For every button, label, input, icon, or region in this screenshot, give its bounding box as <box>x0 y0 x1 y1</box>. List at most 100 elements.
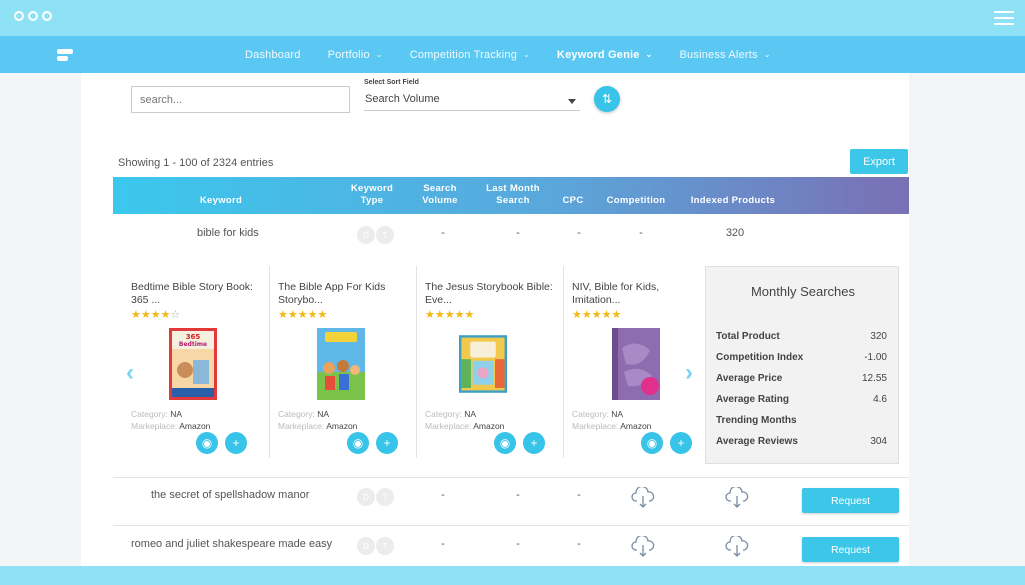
panel-title: Monthly Searches <box>750 284 856 299</box>
eye-icon: ◉ <box>201 436 213 450</box>
eye-icon: ◉ <box>499 436 511 450</box>
add-product-button[interactable]: + <box>376 432 398 454</box>
nav-item-competition-tracking[interactable]: Competition Tracking ⌄ <box>410 49 530 61</box>
last-month-cell: - <box>516 538 520 550</box>
keyword-type-badges: D T <box>357 488 394 506</box>
plus-icon: + <box>677 436 685 450</box>
stat-label: Average Reviews <box>716 436 798 447</box>
stat-label: Total Product <box>716 331 780 342</box>
top-navbar: Dashboard Portfolio ⌄ Competition Trackin… <box>0 36 1025 73</box>
keyword-cell[interactable]: bible for kids <box>197 227 259 239</box>
stat-label: Trending Months <box>716 415 797 426</box>
star-rating: ★★★★☆ <box>131 309 181 321</box>
add-product-button[interactable]: + <box>523 432 545 454</box>
carousel-prev-icon[interactable]: ‹ <box>126 359 134 387</box>
product-title[interactable]: The Jesus Storybook Bible: Eve... <box>425 281 555 307</box>
window-dot-icon[interactable] <box>42 11 52 21</box>
product-marketplace: Markeplace: Amazon <box>425 421 505 431</box>
search-volume-cell: - <box>441 489 445 501</box>
column-header-last-month-search[interactable]: Last Month Search <box>477 183 549 207</box>
product-title[interactable]: Bedtime Bible Story Book: 365 ... <box>131 281 261 307</box>
product-marketplace: Markeplace: Amazon <box>278 421 358 431</box>
stat-label: Average Rating <box>716 394 789 405</box>
row-divider <box>113 525 909 526</box>
hamburger-menu-icon[interactable] <box>994 11 1014 25</box>
window-bottom-bar <box>0 566 1025 585</box>
cloud-download-icon[interactable] <box>725 536 749 558</box>
cloud-download-icon[interactable] <box>725 487 749 509</box>
table-header: Keyword Keyword Type Search Volume Last … <box>113 177 909 214</box>
product-category: Category: NA <box>572 409 624 419</box>
add-product-button[interactable]: + <box>670 432 692 454</box>
svg-text:Bedtime: Bedtime <box>179 341 207 348</box>
view-product-button[interactable]: ◉ <box>196 432 218 454</box>
chevron-down-icon: ⌄ <box>763 50 771 59</box>
type-badge-d: D <box>357 537 375 555</box>
keyword-cell[interactable]: the secret of spellshadow manor <box>151 489 309 501</box>
stat-label: Average Price <box>716 373 783 384</box>
sort-order-button[interactable]: ⇅ <box>594 86 620 112</box>
nav-item-portfolio[interactable]: Portfolio ⌄ <box>328 49 383 61</box>
nav-menu: Dashboard Portfolio ⌄ Competition Trackin… <box>245 36 798 73</box>
nav-item-business-alerts[interactable]: Business Alerts ⌄ <box>680 49 771 61</box>
type-badge-t: T <box>376 488 394 506</box>
product-title[interactable]: The Bible App For Kids Storybo... <box>278 281 408 307</box>
book-cover-image[interactable]: 365 Bedtime <box>169 328 217 400</box>
book-cover-image[interactable] <box>459 328 507 400</box>
keyword-type-badges: D T <box>357 537 394 555</box>
sort-field-select[interactable]: Search Volume <box>364 93 580 111</box>
product-title[interactable]: NIV, Bible for Kids, Imitation... <box>572 281 702 307</box>
column-header-keyword[interactable]: Keyword <box>191 195 251 207</box>
window-controls[interactable] <box>14 11 52 21</box>
view-product-button[interactable]: ◉ <box>641 432 663 454</box>
view-product-button[interactable]: ◉ <box>494 432 516 454</box>
search-input[interactable] <box>131 86 350 113</box>
column-header-keyword-type[interactable]: Keyword Type <box>343 183 401 207</box>
product-category: Category: NA <box>425 409 477 419</box>
cpc-cell: - <box>577 227 581 239</box>
entries-count: Showing 1 - 100 of 2324 entries <box>118 157 274 169</box>
product-card[interactable]: The Jesus Storybook Bible: Eve... ★★★★★ … <box>417 266 564 458</box>
column-header-indexed-products[interactable]: Indexed Products <box>683 195 783 207</box>
type-badge-t: T <box>376 537 394 555</box>
cloud-download-icon[interactable] <box>631 536 655 558</box>
competition-cell: - <box>639 227 643 239</box>
cpc-cell: - <box>577 489 581 501</box>
nav-item-dashboard[interactable]: Dashboard <box>245 49 301 61</box>
product-card[interactable]: The Bible App For Kids Storybo... ★★★★★ … <box>270 266 417 458</box>
cpc-cell: - <box>577 538 581 550</box>
book-cover-image[interactable] <box>612 328 660 400</box>
add-product-button[interactable]: + <box>225 432 247 454</box>
export-button[interactable]: Export <box>850 149 908 174</box>
book-cover-image[interactable] <box>317 328 365 400</box>
caret-down-icon <box>568 99 576 104</box>
monthly-searches-panel: Monthly Searches Total Product 320 Compe… <box>705 266 899 464</box>
request-button[interactable]: Request <box>802 488 899 513</box>
cloud-download-icon[interactable] <box>631 487 655 509</box>
star-rating: ★★★★★ <box>278 309 328 321</box>
column-header-cpc[interactable]: CPC <box>557 195 589 207</box>
stat-value: -1.00 <box>864 352 887 363</box>
plus-icon: + <box>530 436 538 450</box>
type-badge-d: D <box>357 488 375 506</box>
nav-item-keyword-genie[interactable]: Keyword Genie ⌄ <box>557 49 653 61</box>
sort-field-label: Select Sort Field <box>364 79 419 86</box>
column-header-search-volume[interactable]: Search Volume <box>415 183 465 207</box>
sort-arrows-icon: ⇅ <box>601 92 613 106</box>
window-dot-icon[interactable] <box>28 11 38 21</box>
stat-value: 12.55 <box>861 373 887 384</box>
eye-icon: ◉ <box>352 436 364 450</box>
stat-value: 304 <box>870 436 887 447</box>
carousel-next-icon[interactable]: › <box>685 359 693 387</box>
type-badge-t: T <box>376 226 394 244</box>
column-header-competition[interactable]: Competition <box>601 195 671 207</box>
window-dot-icon[interactable] <box>14 11 24 21</box>
star-rating: ★★★★★ <box>572 309 622 321</box>
plus-icon: + <box>232 436 240 450</box>
keyword-cell[interactable]: romeo and juliet shakespeare made easy <box>131 538 332 550</box>
logo-icon[interactable] <box>57 49 77 62</box>
view-product-button[interactable]: ◉ <box>347 432 369 454</box>
chevron-down-icon: ⌄ <box>645 50 653 59</box>
request-button[interactable]: Request <box>802 537 899 562</box>
product-card[interactable]: Bedtime Bible Story Book: 365 ... ★★★★☆ … <box>123 266 270 458</box>
